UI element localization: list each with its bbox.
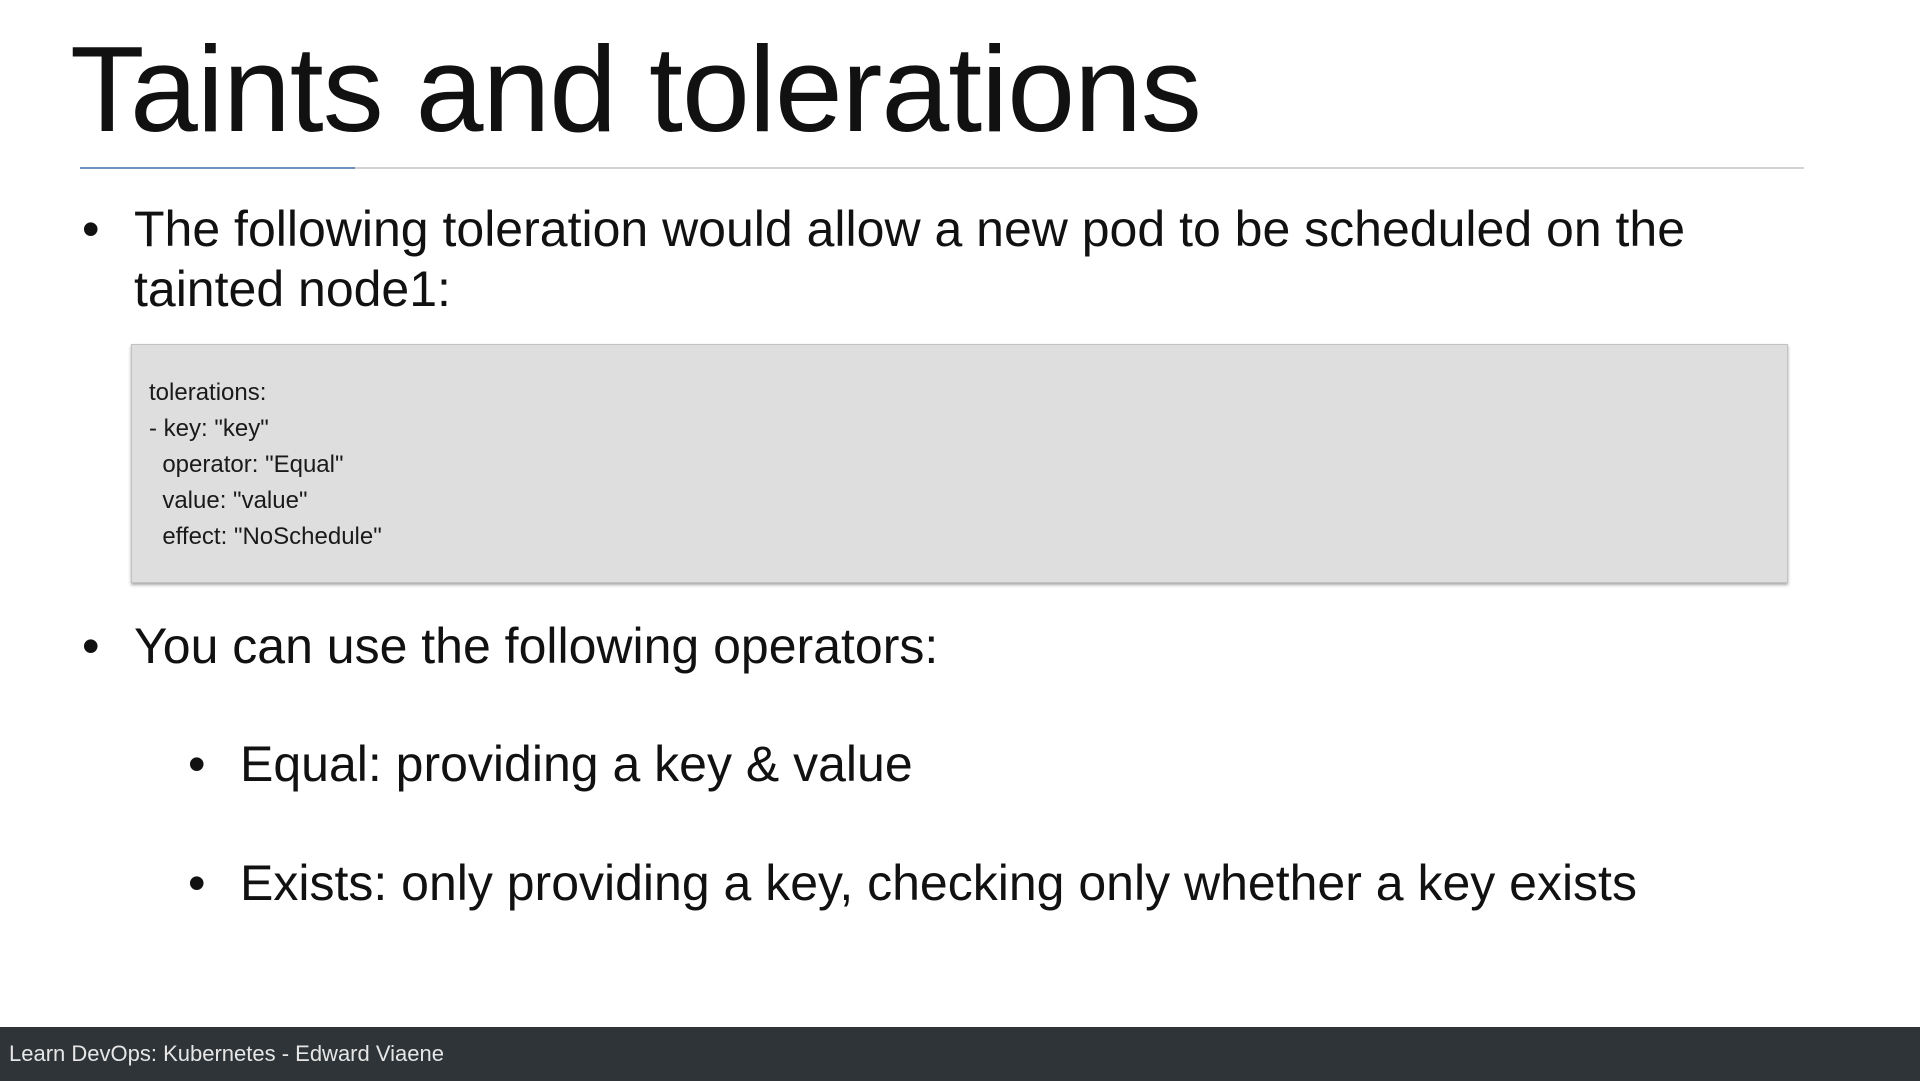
title-divider-accent	[80, 167, 355, 169]
bullet-item: • You can use the following operators:	[82, 616, 1802, 676]
footer-text: Learn DevOps: Kubernetes - Edward Viaene	[9, 1041, 444, 1066]
footer-bar: Learn DevOps: Kubernetes - Edward Viaene	[0, 1027, 1920, 1081]
bullet-text: You can use the following operators:	[134, 618, 939, 674]
bullet-dot-icon: •	[188, 736, 206, 792]
bullet-text: The following toleration would allow a n…	[134, 201, 1686, 317]
code-line: value: "value"	[149, 487, 308, 514]
slide-title: Taints and tolerations	[70, 21, 1202, 157]
sub-bullet-text: Equal: providing a key & value	[240, 736, 913, 792]
sub-bullet-text: Exists: only providing a key, checking o…	[240, 855, 1637, 911]
code-line: - key: "key"	[149, 415, 269, 442]
code-line: tolerations:	[149, 379, 267, 406]
bullet-dot-icon: •	[82, 618, 100, 674]
code-line: effect: "NoSchedule"	[149, 523, 382, 550]
sub-bullet-item: • Equal: providing a key & value	[188, 734, 1788, 794]
bullet-dot-icon: •	[82, 201, 100, 257]
code-line: operator: "Equal"	[149, 451, 344, 478]
bullet-dot-icon: •	[188, 855, 206, 911]
sub-bullet-item: • Exists: only providing a key, checking…	[188, 853, 1788, 913]
code-block: tolerations: - key: "key" operator: "Equ…	[131, 344, 1788, 583]
bullet-item: • The following toleration would allow a…	[82, 199, 1802, 319]
